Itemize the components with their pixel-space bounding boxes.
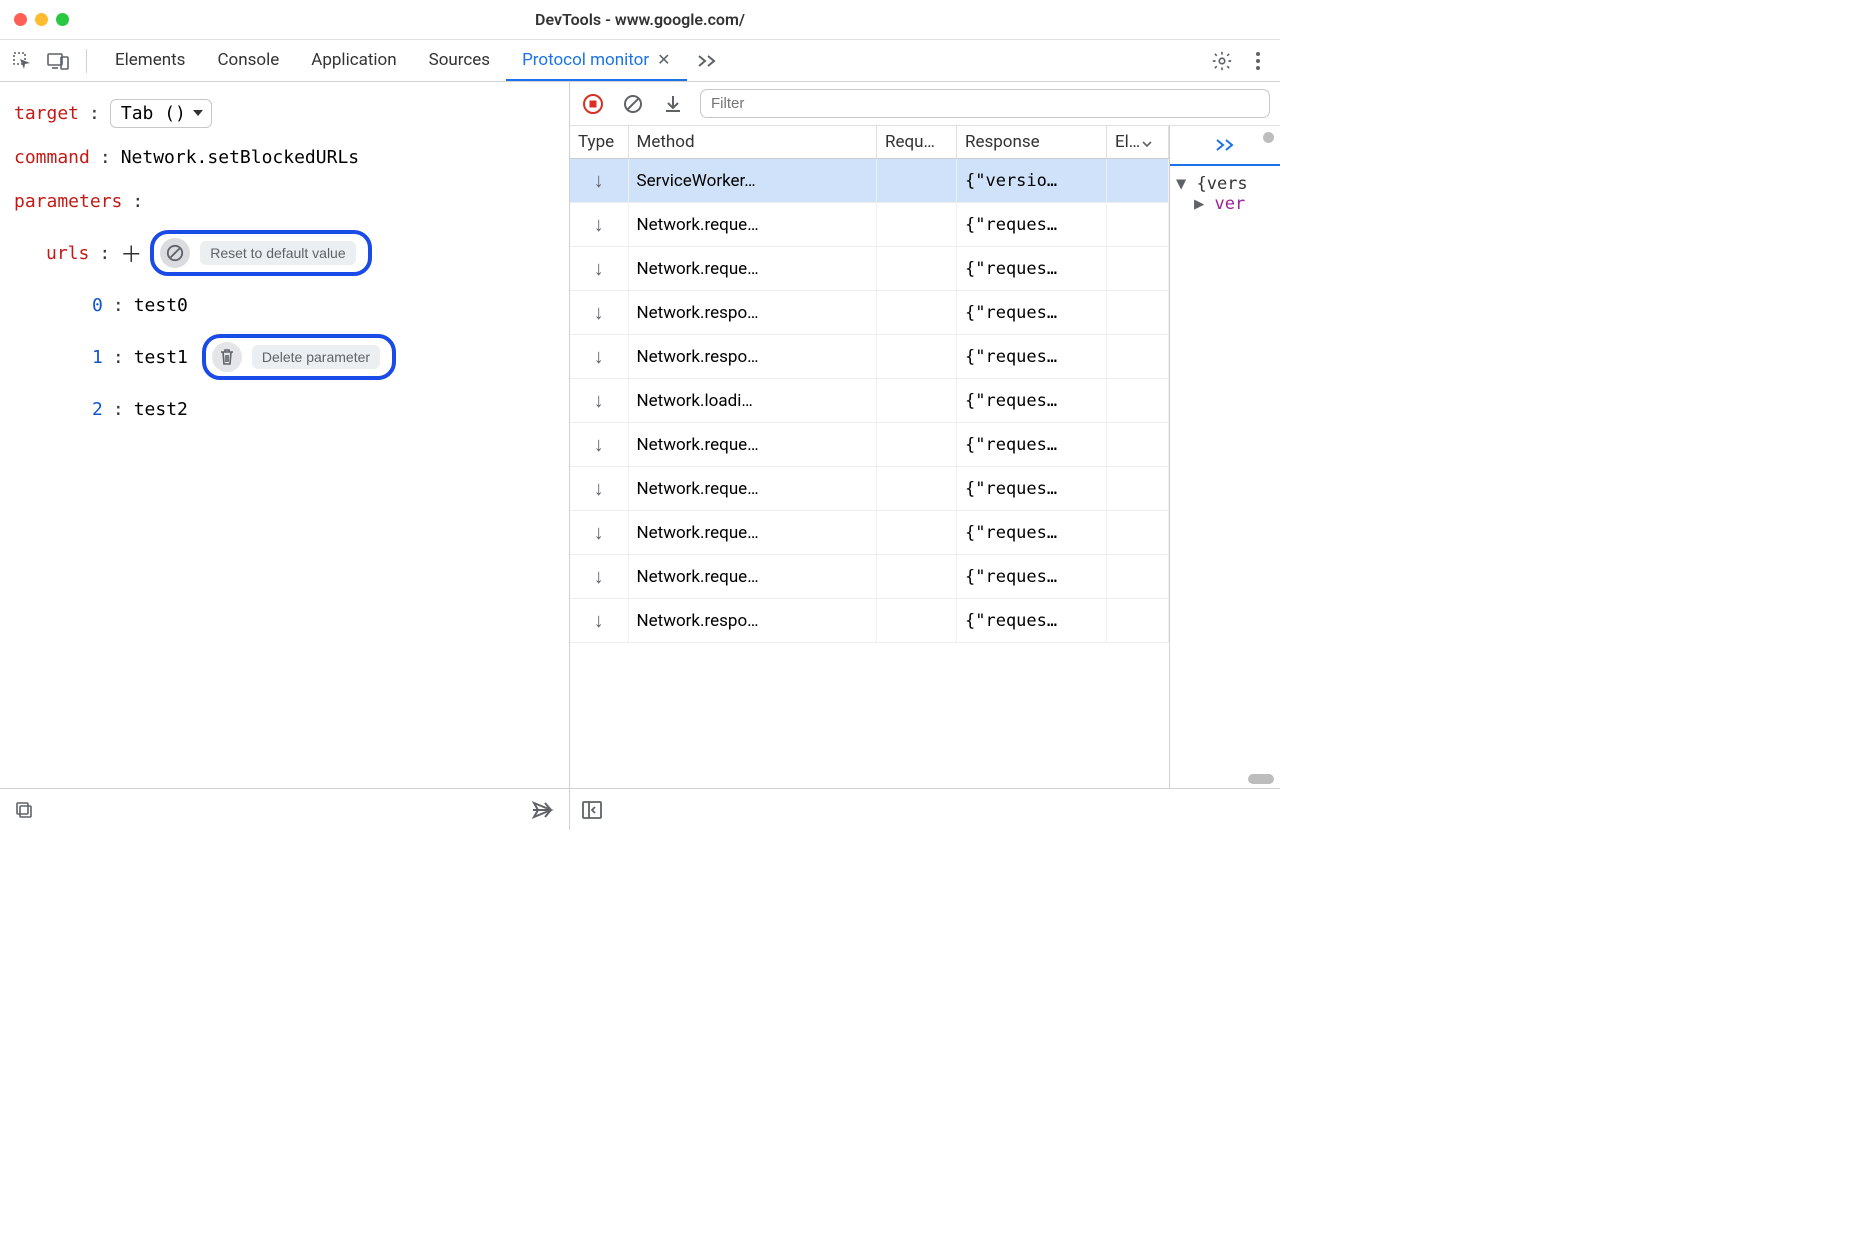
clear-icon[interactable]: [620, 91, 646, 117]
tree-prop[interactable]: ▶ ver: [1176, 194, 1278, 214]
table-row[interactable]: ↓ServiceWorker…{"versio…: [570, 159, 1169, 203]
delete-param-icon[interactable]: [212, 342, 242, 372]
record-icon[interactable]: [580, 91, 606, 117]
more-tabs-icon[interactable]: [691, 45, 723, 77]
col-request[interactable]: Requ…: [877, 126, 957, 159]
parameters-key: parameters: [14, 191, 122, 212]
arrow-down-icon: ↓: [578, 344, 620, 369]
close-tab-icon[interactable]: ✕: [657, 50, 670, 69]
add-item-icon[interactable]: ＋: [120, 237, 140, 269]
command-key: command: [14, 147, 90, 168]
command-value: Network.setBlockedURLs: [121, 147, 359, 168]
expand-sidepanel-icon[interactable]: [1215, 138, 1235, 152]
delete-param-label: Delete parameter: [252, 345, 380, 369]
col-response[interactable]: Response: [957, 126, 1107, 159]
tab-application[interactable]: Application: [295, 40, 412, 81]
arrow-down-icon: ↓: [578, 388, 620, 413]
arrow-down-icon: ↓: [578, 564, 620, 589]
devtools-tabstrip: ElementsConsoleApplicationSourcesProtoco…: [0, 40, 1280, 82]
arrow-down-icon: ↓: [578, 432, 620, 457]
table-row[interactable]: ↓Network.respo…{"reques…: [570, 599, 1169, 643]
horizontal-scrollbar[interactable]: [1248, 774, 1274, 784]
url-value[interactable]: test2: [134, 399, 188, 420]
table-row[interactable]: ↓Network.respo…{"reques…: [570, 335, 1169, 379]
arrow-down-icon: ↓: [578, 256, 620, 281]
reset-default-label: Reset to default value: [200, 241, 355, 265]
window-titlebar: DevTools - www.google.com/: [0, 0, 1280, 40]
url-value[interactable]: test1: [134, 347, 188, 368]
arrow-down-icon: ↓: [578, 212, 620, 237]
tree-root[interactable]: ▼ {vers: [1176, 174, 1278, 194]
reset-default-icon[interactable]: [160, 238, 190, 268]
url-index: 0: [92, 295, 103, 316]
delete-param-callout: Delete parameter: [202, 334, 396, 380]
settings-gear-icon[interactable]: [1206, 45, 1238, 77]
inspect-element-icon[interactable]: [6, 45, 38, 77]
arrow-down-icon: ↓: [578, 168, 620, 193]
target-select[interactable]: Tab (): [110, 99, 212, 128]
url-value[interactable]: test0: [134, 295, 188, 316]
table-row[interactable]: ↓Network.reque…{"reques…: [570, 203, 1169, 247]
download-icon[interactable]: [660, 91, 686, 117]
toggle-sidepanel-icon[interactable]: [582, 801, 602, 819]
arrow-down-icon: ↓: [578, 476, 620, 501]
url-index: 1: [92, 347, 103, 368]
table-row[interactable]: ↓Network.respo…{"reques…: [570, 291, 1169, 335]
col-method[interactable]: Method: [628, 126, 877, 159]
target-key: target: [14, 103, 79, 124]
table-row[interactable]: ↓Network.reque…{"reques…: [570, 423, 1169, 467]
tab-protocol-monitor[interactable]: Protocol monitor✕: [506, 40, 686, 81]
arrow-down-icon: ↓: [578, 608, 620, 633]
table-row[interactable]: ↓Network.reque…{"reques…: [570, 511, 1169, 555]
kebab-menu-icon[interactable]: [1242, 45, 1274, 77]
table-row[interactable]: ↓Network.reque…{"reques…: [570, 247, 1169, 291]
filter-input[interactable]: [700, 89, 1270, 118]
table-row[interactable]: ↓Network.reque…{"reques…: [570, 555, 1169, 599]
copy-icon[interactable]: [14, 800, 34, 820]
window-title: DevTools - www.google.com/: [0, 10, 1280, 29]
tab-console[interactable]: Console: [201, 40, 295, 81]
arrow-down-icon: ↓: [578, 300, 620, 325]
table-row[interactable]: ↓Network.reque…{"reques…: [570, 467, 1169, 511]
col-elapsed[interactable]: El…: [1107, 126, 1169, 159]
scroll-indicator-icon: [1263, 132, 1274, 143]
table-row[interactable]: ↓Network.loadi…{"reques…: [570, 379, 1169, 423]
send-command-icon[interactable]: [531, 800, 555, 820]
col-type[interactable]: Type: [570, 126, 628, 159]
reset-default-callout: Reset to default value: [150, 230, 371, 276]
tab-elements[interactable]: Elements: [99, 40, 201, 81]
arrow-down-icon: ↓: [578, 520, 620, 545]
urls-key: urls: [46, 243, 89, 264]
device-toolbar-icon[interactable]: [42, 45, 74, 77]
url-index: 2: [92, 399, 103, 420]
tab-sources[interactable]: Sources: [413, 40, 506, 81]
